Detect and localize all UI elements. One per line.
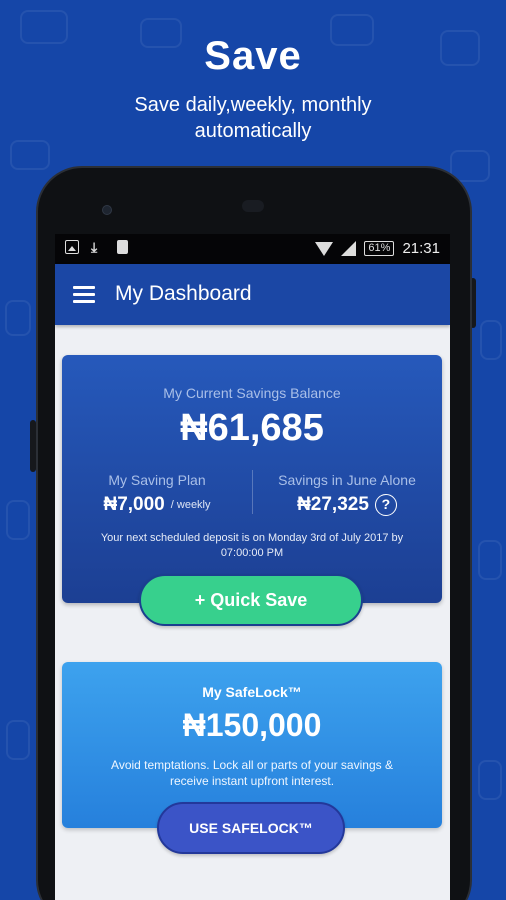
saving-plan-label: My Saving Plan (108, 472, 206, 488)
promo-title: Save (204, 34, 302, 78)
quick-save-button[interactable]: + Quick Save (139, 574, 363, 626)
sim-card-icon (117, 240, 128, 254)
saving-plan-amount: ₦7,000 (103, 494, 165, 515)
signal-icon (341, 241, 357, 256)
monthly-savings-amount: ₦27,325 (297, 494, 369, 515)
use-safelock-button[interactable]: USE SAFELOCK™ (157, 802, 345, 854)
phone-speaker (242, 200, 264, 212)
safelock-description: Avoid temptations. Lock all or parts of … (111, 758, 393, 788)
help-icon[interactable]: ? (374, 494, 397, 516)
savings-balance-card: My Current Savings Balance ₦61,685 My Sa… (62, 355, 442, 603)
battery-icon: 61% (364, 241, 395, 256)
saving-plan-section: My Saving Plan ₦7,000 / weekly (62, 472, 252, 516)
safelock-title: My SafeLock™ (202, 684, 302, 700)
monthly-savings-label: Savings in June Alone (278, 472, 416, 488)
image-icon (65, 240, 79, 254)
promo-subtitle: Save daily,weekly, monthly automatically (0, 92, 506, 144)
balance-label: My Current Savings Balance (163, 385, 341, 401)
promo-subtitle-line2: automatically (194, 120, 312, 142)
monthly-savings-section: Savings in June Alone ₦27,325 ? (252, 472, 442, 516)
saving-plan-period: / weekly (170, 499, 211, 511)
hamburger-menu-icon[interactable] (73, 286, 95, 303)
balance-amount: ₦61,685 (180, 407, 324, 449)
app-bar: My Dashboard (55, 264, 450, 325)
download-icon: ⤓ (91, 239, 98, 255)
wifi-icon (315, 241, 334, 256)
front-camera (102, 205, 112, 215)
status-time: 21:31 (402, 240, 440, 257)
safelock-amount: ₦150,000 (182, 707, 322, 743)
phone-screen: ⤓ 61% 21:31 My Dashboard My Current Savi… (55, 234, 450, 900)
status-bar: ⤓ 61% 21:31 (55, 234, 450, 264)
next-deposit-note: Your next scheduled deposit is on Monday… (100, 532, 404, 559)
page-title: My Dashboard (115, 282, 252, 305)
promo-subtitle-line1: Save daily,weekly, monthly (134, 94, 372, 116)
